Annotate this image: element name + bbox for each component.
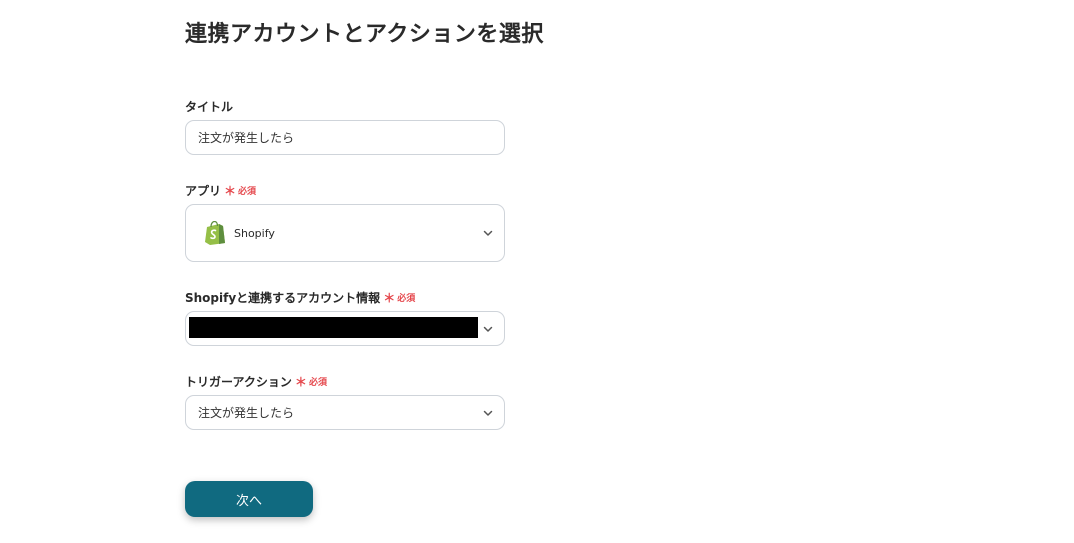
account-select[interactable]: [185, 311, 505, 346]
chevron-down-icon: [483, 410, 493, 416]
title-label-text: タイトル: [185, 100, 234, 114]
app-select[interactable]: Shopify: [185, 204, 505, 262]
page-title: 連携アカウントとアクションを選択: [185, 22, 544, 47]
required-mark: ＊: [383, 290, 396, 305]
shopify-icon: [205, 221, 225, 245]
page: 連携アカウントとアクションを選択 タイトル 注文が発生したら アプリ ＊ 必須 …: [0, 0, 1074, 543]
trigger-label-text: トリガーアクション: [185, 375, 292, 389]
title-input-value: 注文が発生したら: [198, 131, 295, 145]
account-label-text: Shopifyと連携するアカウント情報: [185, 291, 381, 305]
chevron-down-icon: [483, 326, 493, 332]
app-label-text: アプリ: [185, 184, 222, 198]
required-text: 必須: [308, 378, 327, 388]
app-select-value: Shopify: [234, 226, 275, 240]
trigger-label: トリガーアクション ＊ 必須: [185, 373, 327, 390]
trigger-select[interactable]: 注文が発生したら: [185, 395, 505, 430]
required-badge: ＊ 必須: [383, 290, 416, 305]
trigger-select-value: 注文が発生したら: [198, 406, 295, 420]
required-mark: ＊: [224, 183, 237, 198]
title-label: タイトル: [185, 98, 233, 115]
account-label: Shopifyと連携するアカウント情報 ＊ 必須: [185, 289, 415, 306]
required-mark: ＊: [294, 374, 307, 389]
required-text: 必須: [238, 187, 257, 197]
required-text: 必須: [397, 294, 416, 304]
app-label: アプリ ＊ 必須: [185, 182, 256, 199]
chevron-down-icon: [483, 230, 493, 236]
required-badge: ＊ 必須: [224, 183, 257, 198]
redacted-account-value: [189, 317, 478, 338]
title-input[interactable]: 注文が発生したら: [185, 120, 505, 155]
next-button[interactable]: 次へ: [185, 481, 313, 517]
required-badge: ＊ 必須: [294, 374, 327, 389]
